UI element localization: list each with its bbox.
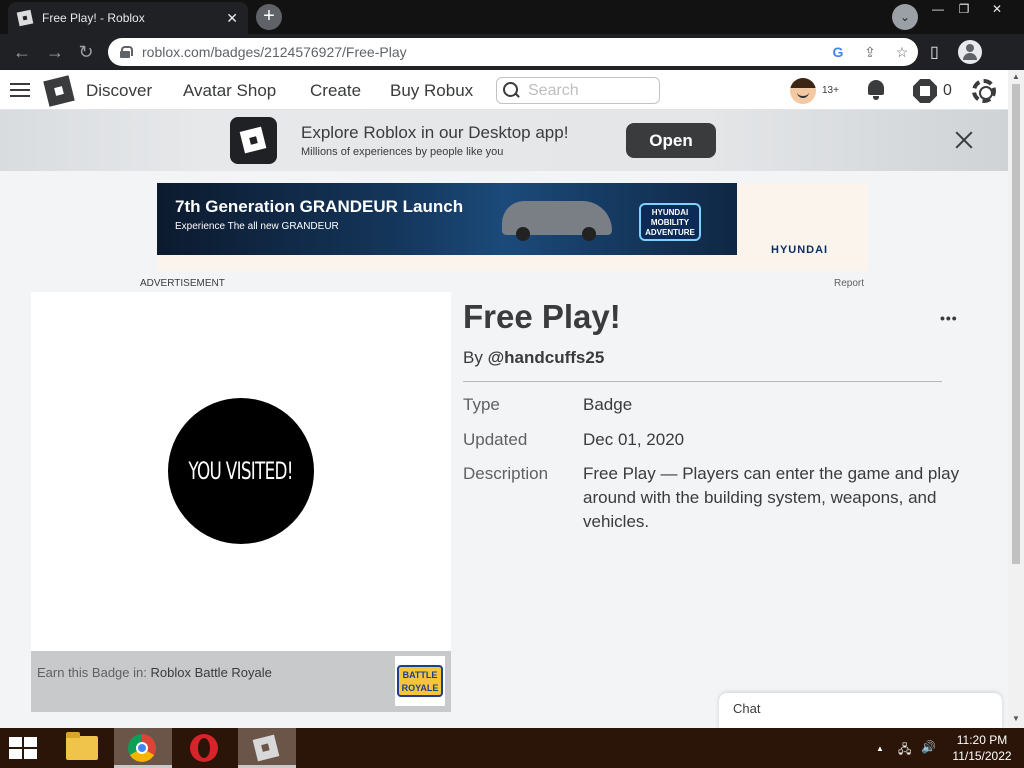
tab-close-icon[interactable]: ✕ [226, 10, 238, 27]
divider [463, 381, 942, 382]
share-icon[interactable]: ⇪ [854, 44, 886, 61]
taskbar-roblox[interactable] [238, 728, 296, 768]
windows-start-icon[interactable] [9, 737, 37, 759]
badge-thumbnail-card: YOU VISITED! Earn this Badge in: Roblox … [31, 292, 451, 712]
roblox-logo-icon[interactable] [43, 75, 75, 107]
clock-time: 11:20 PM [956, 733, 1008, 747]
type-label: Type [463, 395, 500, 414]
ad-creative[interactable]: 7th Generation GRANDEUR Launch Experienc… [157, 183, 737, 255]
browser-tab[interactable]: Free Play! - Roblox ✕ [8, 2, 248, 34]
nav-discover[interactable]: Discover [86, 81, 152, 101]
roblox-page: Discover Avatar Shop Create Buy Robux 13… [0, 70, 1008, 728]
banner-title: Explore Roblox in our Desktop app! [301, 123, 569, 142]
roblox-icon [252, 734, 280, 762]
opera-icon [190, 734, 218, 762]
more-options-icon[interactable]: ••• [940, 310, 958, 326]
google-icon[interactable]: G [822, 44, 854, 60]
updated-label: Updated [463, 430, 528, 449]
car-image [502, 201, 612, 241]
lock-icon[interactable] [120, 46, 133, 58]
search-input[interactable] [528, 81, 648, 100]
game-thumbnail-logo: BATTLE ROYALE [397, 665, 443, 697]
chrome-icon [128, 734, 156, 762]
restore-button[interactable]: ❐ [951, 0, 977, 20]
browser-tabstrip: Free Play! - Roblox ✕ + ⌄ — ❐ ✕ [0, 0, 1024, 34]
search-icon [503, 82, 520, 99]
search-box [496, 77, 660, 104]
settings-gear-icon[interactable] [972, 79, 996, 103]
nav-avatar-shop[interactable]: Avatar Shop [183, 81, 276, 101]
tab-search-button[interactable]: ⌄ [892, 4, 918, 30]
scroll-down-icon[interactable]: ▼ [1008, 714, 1024, 723]
notifications-bell-icon[interactable] [866, 80, 886, 102]
banner-subtitle: Millions of experiences by people like y… [301, 146, 504, 158]
nav-create[interactable]: Create [310, 81, 361, 101]
taskbar-clock[interactable]: 11:20 PM 11/15/2022 [944, 732, 1020, 764]
bookmark-star-icon[interactable]: ☆ [886, 44, 918, 61]
earn-prefix: Earn this Badge in: [37, 665, 147, 680]
forward-arrow-icon[interactable]: → [44, 42, 66, 62]
scroll-up-icon[interactable]: ▲ [1008, 72, 1024, 81]
close-banner-icon[interactable] [954, 130, 974, 150]
open-app-button[interactable]: Open [626, 123, 716, 158]
description-label: Description [463, 464, 549, 483]
age-badge: 13+ [822, 85, 839, 96]
user-avatar[interactable] [790, 78, 816, 104]
advertisement-label: ADVERTISEMENT [140, 278, 225, 289]
chat-widget[interactable]: Chat [719, 693, 1002, 728]
clock-date: 11/15/2022 [952, 749, 1012, 763]
desktop-app-banner: Explore Roblox in our Desktop app! Milli… [0, 110, 1008, 171]
description-value: Free Play — Players can enter the game a… [583, 464, 960, 531]
tab-title: Free Play! - Roblox [42, 11, 145, 25]
tray-overflow-icon[interactable]: ▲ [876, 744, 884, 753]
reload-icon[interactable]: ↻ [75, 42, 97, 62]
scroll-thumb[interactable] [1012, 84, 1020, 564]
ad-game-logo: HYUNDAI MOBILITY ADVENTURE [639, 203, 701, 241]
creator-link[interactable]: @handcuffs25 [488, 348, 605, 367]
taskbar-file-explorer[interactable] [52, 728, 110, 768]
updated-value: Dec 01, 2020 [583, 430, 685, 449]
page-scrollbar[interactable]: ▲ ▼ [1008, 70, 1024, 728]
browser-toolbar: ← → ↻ roblox.com/badges/2124576927/Free-… [0, 34, 1024, 70]
game-thumbnail[interactable]: BATTLE ROYALE [395, 656, 445, 706]
window-close-button[interactable]: ✕ [984, 0, 1010, 20]
menu-icon[interactable] [10, 83, 30, 97]
badge-title: Free Play! [463, 298, 621, 335]
earn-badge-text: Earn this Badge in: Roblox Battle Royale [37, 665, 272, 680]
badge-image-text: YOU VISITED! [188, 457, 294, 485]
badge-image: YOU VISITED! [168, 398, 314, 544]
type-value: Badge [583, 395, 633, 414]
by-label: By [463, 348, 483, 367]
folder-icon [66, 732, 98, 760]
advertisement[interactable]: 7th Generation GRANDEUR Launch Experienc… [157, 183, 868, 271]
taskbar-opera[interactable] [176, 728, 234, 768]
roblox-header: Discover Avatar Shop Create Buy Robux 13… [0, 70, 1008, 110]
earn-game-link[interactable]: Roblox Battle Royale [150, 665, 271, 680]
nav-buy-robux[interactable]: Buy Robux [390, 81, 473, 101]
roblox-app-icon [230, 117, 277, 164]
url-text[interactable]: roblox.com/badges/2124576927/Free-Play [142, 44, 822, 60]
network-icon[interactable]: 🖧 [898, 740, 911, 761]
side-panel-icon[interactable]: ▯ [930, 42, 939, 62]
taskbar-chrome[interactable] [114, 728, 172, 768]
earn-badge-bar: Earn this Badge in: Roblox Battle Royale… [31, 651, 451, 712]
address-bar[interactable]: roblox.com/badges/2124576927/Free-Play G… [108, 38, 918, 66]
report-ad-link[interactable]: Report [834, 278, 864, 289]
volume-icon[interactable]: 🔊 [921, 740, 936, 754]
new-tab-button[interactable]: + [256, 4, 282, 30]
profile-avatar-icon[interactable] [958, 40, 982, 64]
robux-balance[interactable]: 0 [943, 82, 952, 100]
ad-brand-logo: HYUNDAI [771, 244, 829, 256]
ad-subline: Experience The all new GRANDEUR [175, 221, 339, 232]
ad-headline: 7th Generation GRANDEUR Launch [175, 197, 464, 216]
robux-icon[interactable] [913, 79, 937, 103]
roblox-favicon-icon [16, 9, 34, 27]
back-arrow-icon[interactable]: ← [11, 42, 33, 62]
minimize-button[interactable]: — [925, 0, 951, 20]
badge-creator: By @handcuffs25 [463, 348, 604, 368]
windows-taskbar: ▲ 🖧 🔊 11:20 PM 11/15/2022 [0, 728, 1024, 768]
